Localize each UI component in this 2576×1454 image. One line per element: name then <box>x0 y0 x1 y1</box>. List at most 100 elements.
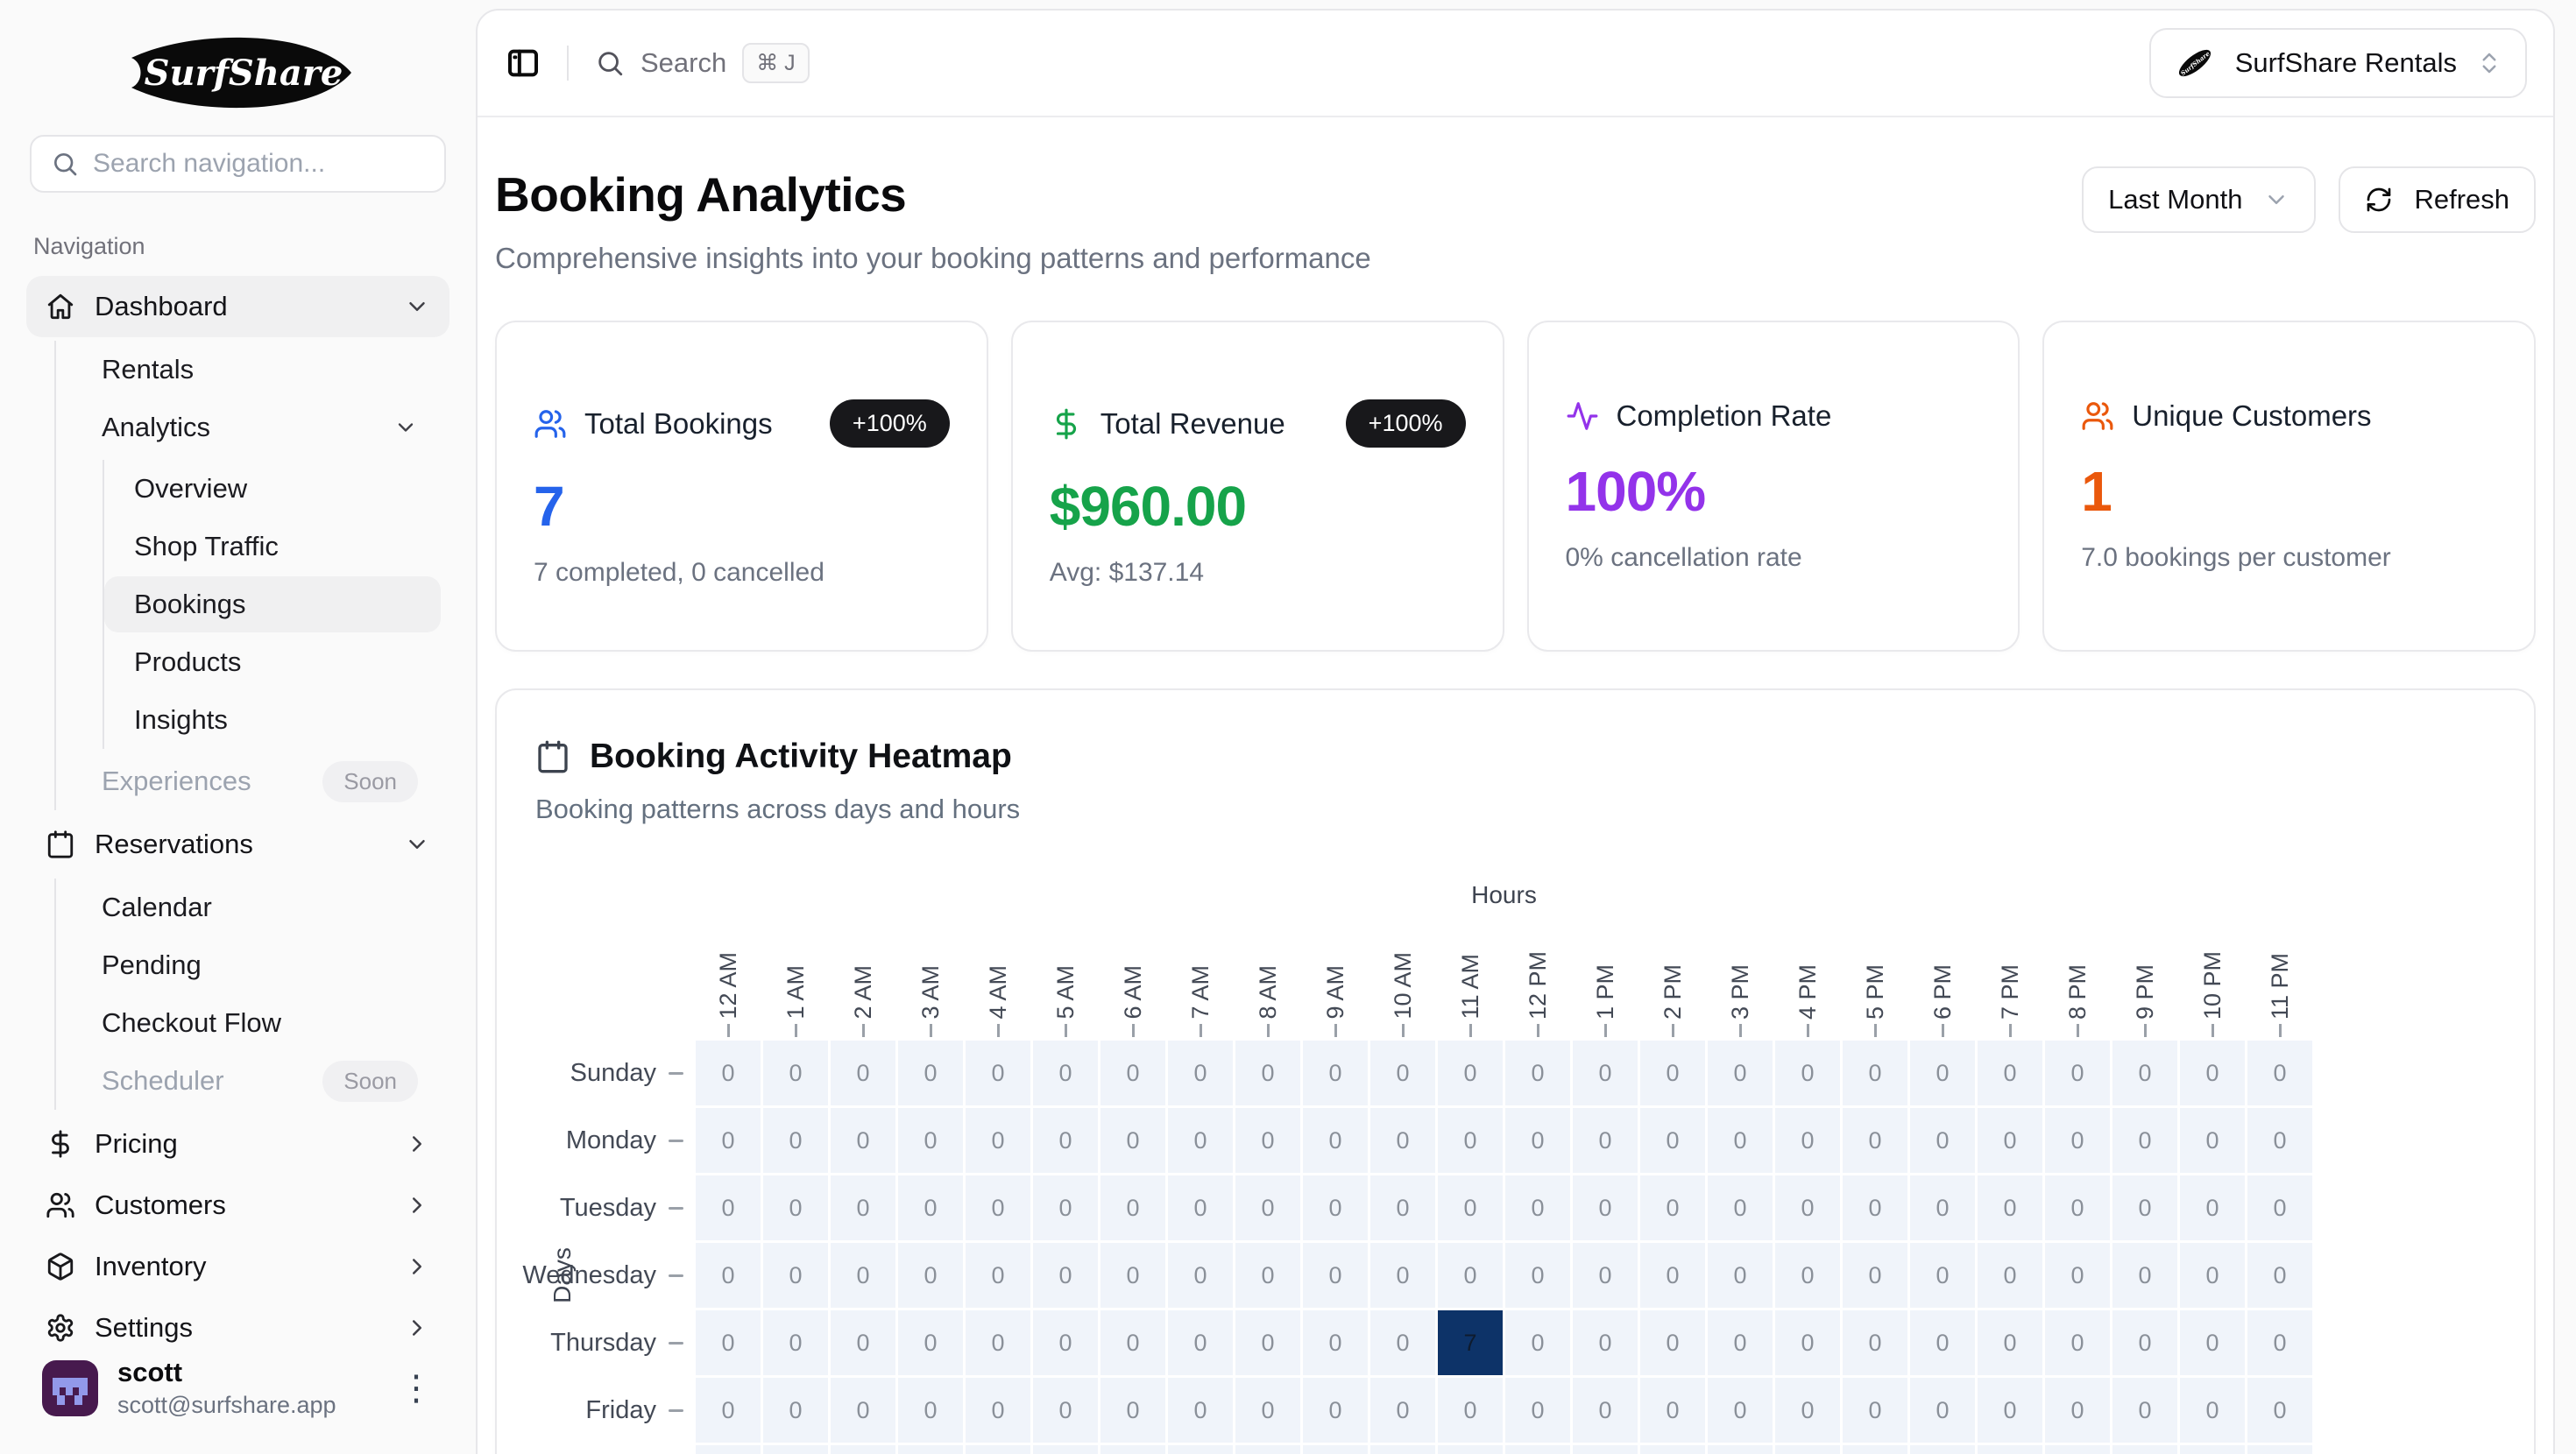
heatmap-cell-saturday-2pm[interactable]: 0 <box>1640 1445 1705 1454</box>
heatmap-cell-tuesday-9am[interactable]: 0 <box>1303 1175 1368 1240</box>
refresh-button[interactable]: Refresh <box>2339 166 2536 233</box>
sidebar-item-inventory[interactable]: Inventory <box>26 1236 449 1297</box>
heatmap-cell-wednesday-8am[interactable]: 0 <box>1235 1243 1300 1308</box>
heatmap-cell-sunday-8pm[interactable]: 0 <box>2045 1041 2110 1105</box>
sidebar-item-rentals[interactable]: Rentals <box>56 342 441 398</box>
heatmap-cell-thursday-9am[interactable]: 0 <box>1303 1310 1368 1375</box>
heatmap-cell-tuesday-8am[interactable]: 0 <box>1235 1175 1300 1240</box>
user-menu[interactable]: scott scott@surfshare.app ⋮ <box>26 1345 449 1431</box>
heatmap-cell-monday-12pm[interactable]: 0 <box>1505 1108 1570 1173</box>
heatmap-cell-monday-6am[interactable]: 0 <box>1100 1108 1165 1173</box>
heatmap-cell-tuesday-8pm[interactable]: 0 <box>2045 1175 2110 1240</box>
heatmap-cell-saturday-1am[interactable]: 0 <box>763 1445 828 1454</box>
heatmap-cell-wednesday-1pm[interactable]: 0 <box>1573 1243 1638 1308</box>
heatmap-cell-monday-9pm[interactable]: 0 <box>2112 1108 2177 1173</box>
heatmap-cell-thursday-12am[interactable]: 0 <box>696 1310 761 1375</box>
heatmap-cell-wednesday-10pm[interactable]: 0 <box>2180 1243 2245 1308</box>
heatmap-cell-tuesday-1pm[interactable]: 0 <box>1573 1175 1638 1240</box>
heatmap-cell-thursday-8pm[interactable]: 0 <box>2045 1310 2110 1375</box>
heatmap-cell-sunday-5am[interactable]: 0 <box>1033 1041 1098 1105</box>
heatmap-cell-monday-11pm[interactable]: 0 <box>2247 1108 2312 1173</box>
heatmap-cell-friday-8am[interactable]: 0 <box>1235 1378 1300 1443</box>
heatmap-cell-wednesday-7am[interactable]: 0 <box>1168 1243 1233 1308</box>
heatmap-cell-sunday-1pm[interactable]: 0 <box>1573 1041 1638 1105</box>
heatmap-cell-monday-10am[interactable]: 0 <box>1370 1108 1435 1173</box>
kebab-menu-icon[interactable]: ⋮ <box>399 1371 434 1406</box>
heatmap-cell-sunday-7am[interactable]: 0 <box>1168 1041 1233 1105</box>
heatmap-cell-sunday-12pm[interactable]: 0 <box>1505 1041 1570 1105</box>
heatmap-cell-sunday-6pm[interactable]: 0 <box>1910 1041 1975 1105</box>
heatmap-cell-sunday-4am[interactable]: 0 <box>966 1041 1030 1105</box>
heatmap-cell-sunday-10pm[interactable]: 0 <box>2180 1041 2245 1105</box>
heatmap-cell-saturday-3pm[interactable]: 0 <box>1708 1445 1773 1454</box>
heatmap-cell-tuesday-2am[interactable]: 0 <box>831 1175 895 1240</box>
heatmap-cell-wednesday-7pm[interactable]: 0 <box>1978 1243 2042 1308</box>
heatmap-cell-thursday-6am[interactable]: 0 <box>1100 1310 1165 1375</box>
heatmap-cell-saturday-9am[interactable]: 0 <box>1303 1445 1368 1454</box>
heatmap-cell-friday-7pm[interactable]: 0 <box>1978 1378 2042 1443</box>
heatmap-cell-friday-12am[interactable]: 0 <box>696 1378 761 1443</box>
heatmap-cell-friday-10am[interactable]: 0 <box>1370 1378 1435 1443</box>
heatmap-cell-sunday-9pm[interactable]: 0 <box>2112 1041 2177 1105</box>
heatmap-cell-wednesday-1am[interactable]: 0 <box>763 1243 828 1308</box>
heatmap-cell-tuesday-5am[interactable]: 0 <box>1033 1175 1098 1240</box>
heatmap-cell-wednesday-6pm[interactable]: 0 <box>1910 1243 1975 1308</box>
heatmap-cell-monday-8am[interactable]: 0 <box>1235 1108 1300 1173</box>
heatmap-cell-monday-1am[interactable]: 0 <box>763 1108 828 1173</box>
sidebar-toggle-button[interactable] <box>506 46 541 81</box>
heatmap-cell-monday-5am[interactable]: 0 <box>1033 1108 1098 1173</box>
heatmap-cell-saturday-12am[interactable]: 0 <box>696 1445 761 1454</box>
heatmap-cell-tuesday-9pm[interactable]: 0 <box>2112 1175 2177 1240</box>
heatmap-cell-tuesday-11am[interactable]: 0 <box>1438 1175 1503 1240</box>
heatmap-cell-sunday-11pm[interactable]: 0 <box>2247 1041 2312 1105</box>
sidebar-item-analytics[interactable]: Analytics <box>56 399 441 455</box>
heatmap-cell-monday-8pm[interactable]: 0 <box>2045 1108 2110 1173</box>
heatmap-cell-monday-9am[interactable]: 0 <box>1303 1108 1368 1173</box>
heatmap-cell-monday-11am[interactable]: 0 <box>1438 1108 1503 1173</box>
heatmap-cell-saturday-10am[interactable]: 0 <box>1370 1445 1435 1454</box>
heatmap-cell-sunday-11am[interactable]: 0 <box>1438 1041 1503 1105</box>
heatmap-cell-saturday-1pm[interactable]: 0 <box>1573 1445 1638 1454</box>
heatmap-cell-sunday-7pm[interactable]: 0 <box>1978 1041 2042 1105</box>
heatmap-cell-monday-10pm[interactable]: 0 <box>2180 1108 2245 1173</box>
sidebar-item-bookings[interactable]: Bookings <box>104 576 441 632</box>
heatmap-cell-sunday-3am[interactable]: 0 <box>898 1041 963 1105</box>
heatmap-cell-monday-12am[interactable]: 0 <box>696 1108 761 1173</box>
heatmap-cell-monday-7pm[interactable]: 0 <box>1978 1108 2042 1173</box>
heatmap-cell-friday-10pm[interactable]: 0 <box>2180 1378 2245 1443</box>
sidebar-search-input[interactable] <box>93 149 431 179</box>
sidebar-item-products[interactable]: Products <box>104 634 441 690</box>
heatmap-cell-wednesday-12pm[interactable]: 0 <box>1505 1243 1570 1308</box>
sidebar-item-checkout-flow[interactable]: Checkout Flow <box>56 995 441 1051</box>
heatmap-cell-thursday-6pm[interactable]: 0 <box>1910 1310 1975 1375</box>
date-range-select[interactable]: Last Month <box>2082 166 2316 233</box>
heatmap-cell-saturday-8am[interactable]: 0 <box>1235 1445 1300 1454</box>
heatmap-cell-wednesday-8pm[interactable]: 0 <box>2045 1243 2110 1308</box>
heatmap-cell-friday-6am[interactable]: 0 <box>1100 1378 1165 1443</box>
heatmap-cell-tuesday-4pm[interactable]: 0 <box>1775 1175 1840 1240</box>
heatmap-cell-saturday-11pm[interactable]: 0 <box>2247 1445 2312 1454</box>
heatmap-cell-wednesday-4pm[interactable]: 0 <box>1775 1243 1840 1308</box>
heatmap-cell-tuesday-6pm[interactable]: 0 <box>1910 1175 1975 1240</box>
heatmap-cell-wednesday-5pm[interactable]: 0 <box>1843 1243 1907 1308</box>
heatmap-cell-tuesday-11pm[interactable]: 0 <box>2247 1175 2312 1240</box>
heatmap-cell-thursday-5am[interactable]: 0 <box>1033 1310 1098 1375</box>
heatmap-cell-saturday-9pm[interactable]: 0 <box>2112 1445 2177 1454</box>
heatmap-cell-monday-3pm[interactable]: 0 <box>1708 1108 1773 1173</box>
heatmap-cell-wednesday-4am[interactable]: 0 <box>966 1243 1030 1308</box>
heatmap-cell-tuesday-10pm[interactable]: 0 <box>2180 1175 2245 1240</box>
heatmap-cell-wednesday-2am[interactable]: 0 <box>831 1243 895 1308</box>
heatmap-cell-wednesday-5am[interactable]: 0 <box>1033 1243 1098 1308</box>
workspace-selector[interactable]: SurfShare SurfShare Rentals <box>2149 28 2527 98</box>
heatmap-cell-saturday-10pm[interactable]: 0 <box>2180 1445 2245 1454</box>
heatmap-cell-friday-12pm[interactable]: 0 <box>1505 1378 1570 1443</box>
sidebar-item-customers[interactable]: Customers <box>26 1175 449 1236</box>
heatmap-cell-monday-4am[interactable]: 0 <box>966 1108 1030 1173</box>
heatmap-cell-saturday-4pm[interactable]: 0 <box>1775 1445 1840 1454</box>
heatmap-cell-friday-4am[interactable]: 0 <box>966 1378 1030 1443</box>
sidebar-item-overview[interactable]: Overview <box>104 461 441 517</box>
heatmap-cell-saturday-12pm[interactable]: 0 <box>1505 1445 1570 1454</box>
heatmap-cell-thursday-9pm[interactable]: 0 <box>2112 1310 2177 1375</box>
heatmap-cell-saturday-8pm[interactable]: 0 <box>2045 1445 2110 1454</box>
heatmap-cell-tuesday-7pm[interactable]: 0 <box>1978 1175 2042 1240</box>
